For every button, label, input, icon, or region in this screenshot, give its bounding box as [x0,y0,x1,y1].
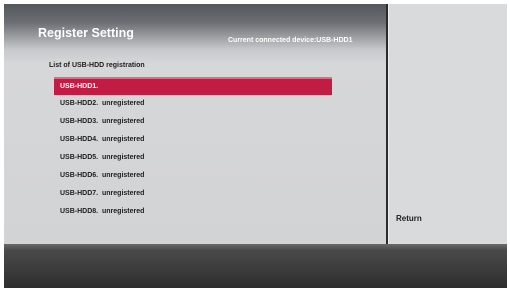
list-item-usb-hdd5[interactable]: USB-HDD5. unregistered [54,149,332,167]
usb-hdd-list: USB-HDD1. USB-HDD2. unregistered USB-HDD… [54,77,332,221]
list-item-usb-hdd8[interactable]: USB-HDD8. unregistered [54,203,332,221]
page-title: Register Setting [38,26,134,40]
list-item-usb-hdd2[interactable]: USB-HDD2. unregistered [54,95,332,113]
list-item-usb-hdd6[interactable]: USB-HDD6. unregistered [54,167,332,185]
return-button[interactable]: Return [396,214,422,223]
list-item-usb-hdd4[interactable]: USB-HDD4. unregistered [54,131,332,149]
list-item-usb-hdd1[interactable]: USB-HDD1. [54,77,332,95]
bottom-bar [4,244,507,288]
connected-device-status: Current connected device:USB-HDD1 [228,37,353,44]
list-item-usb-hdd3[interactable]: USB-HDD3. unregistered [54,113,332,131]
list-heading: List of USB-HDD registration [49,62,145,69]
tv-screen: Register Setting Current connected devic… [4,4,507,288]
list-item-usb-hdd7[interactable]: USB-HDD7. unregistered [54,185,332,203]
side-panel [388,4,507,244]
register-setting-panel: Register Setting Current connected devic… [4,4,386,244]
